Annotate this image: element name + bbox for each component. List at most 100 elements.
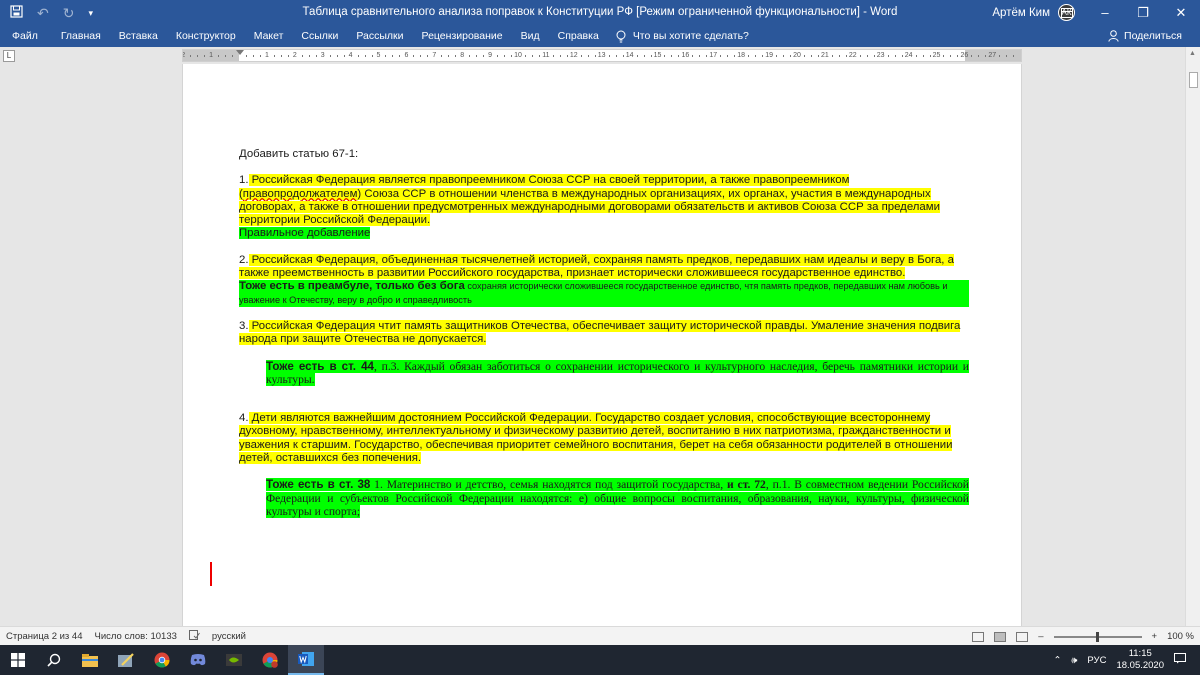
ruler-number: 11	[542, 52, 550, 59]
p1-number: 1.	[239, 174, 249, 187]
nvidia-icon[interactable]	[216, 645, 252, 675]
share-button[interactable]: Поделиться	[1108, 25, 1182, 47]
clock[interactable]: 11:15 18.05.2020	[1116, 648, 1164, 672]
ruler-tick	[817, 55, 819, 57]
word-app-icon[interactable]	[288, 645, 324, 675]
ruler-number: 1	[209, 52, 214, 59]
ruler-tick	[476, 55, 478, 57]
language-status[interactable]: русский	[206, 631, 252, 642]
tab-selector[interactable]: L	[3, 50, 15, 62]
ruler-tick	[315, 55, 317, 57]
undo-icon[interactable]: ↶	[37, 6, 49, 20]
notification-icon[interactable]	[1174, 653, 1186, 667]
ruler-number: 4	[348, 52, 353, 59]
ruler-number: 2	[183, 50, 185, 61]
restore-icon[interactable]: ❐	[1124, 0, 1162, 25]
web-layout-icon[interactable]	[1016, 631, 1029, 642]
p3-note-bold: Тоже есть в ст. 44	[266, 359, 374, 373]
document-area: Добавить статью 67-1: 1. Российская Феде…	[0, 64, 1185, 626]
ruler-tick	[559, 55, 561, 57]
document-page[interactable]: Добавить статью 67-1: 1. Российская Феде…	[182, 64, 1022, 626]
scroll-up-icon[interactable]: ▲	[1189, 50, 1196, 57]
zoom-out-button[interactable]: –	[1038, 631, 1043, 642]
ribbon-display-options-icon[interactable]	[1048, 0, 1086, 25]
ruler-tick	[636, 55, 638, 57]
document-content[interactable]: Добавить статью 67-1: 1. Российская Феде…	[239, 148, 970, 518]
tab-insert[interactable]: Вставка	[110, 25, 167, 47]
tell-me-search[interactable]: Что вы хотите сделать?	[616, 30, 749, 43]
minimize-icon[interactable]: –	[1086, 0, 1124, 25]
zoom-slider[interactable]	[1053, 631, 1142, 642]
redo-icon[interactable]: ↻	[63, 6, 75, 20]
ruler-tick	[615, 55, 617, 57]
vertical-scrollbar[interactable]: ▲	[1185, 47, 1200, 626]
ruler-tick	[957, 55, 959, 57]
windows-start-icon[interactable]	[0, 645, 36, 675]
tab-view[interactable]: Вид	[512, 25, 549, 47]
read-mode-icon[interactable]	[972, 631, 985, 642]
status-bar: Страница 2 из 44 Число слов: 10133 русск…	[0, 626, 1200, 645]
volume-icon[interactable]: 🕪	[1071, 655, 1077, 666]
search-icon[interactable]	[36, 645, 72, 675]
ruler-tick	[497, 55, 499, 57]
file-explorer-icon[interactable]	[72, 645, 108, 675]
ruler-tick	[803, 55, 805, 57]
paint-app-icon[interactable]	[108, 645, 144, 675]
ruler-tick	[1013, 55, 1015, 57]
ruler-tick	[978, 55, 980, 57]
ruler-tick	[887, 55, 889, 57]
p3-note: Тоже есть в ст. 44, п.3. Каждый обязан з…	[239, 359, 969, 387]
ruler-tick	[950, 55, 952, 57]
word-count[interactable]: Число слов: 10133	[89, 631, 183, 642]
ruler-tick	[831, 55, 833, 57]
ruler-tick	[524, 55, 526, 57]
ruler-tick	[943, 55, 945, 57]
discord-icon[interactable]	[180, 645, 216, 675]
tab-home[interactable]: Главная	[52, 25, 110, 47]
tab-design[interactable]: Конструктор	[167, 25, 245, 47]
ruler-tick	[336, 55, 338, 57]
person-icon	[1108, 30, 1119, 42]
ruler-number: 24	[904, 52, 913, 59]
ruler-tick	[420, 55, 422, 57]
zoom-in-button[interactable]: +	[1152, 631, 1158, 642]
ruler-tick	[720, 55, 722, 57]
ruler-tick	[204, 55, 206, 57]
p1-misspelled-word[interactable]: правопродолжателем	[242, 187, 358, 200]
chrome-icon[interactable]	[144, 645, 180, 675]
text-cursor	[210, 562, 212, 586]
horizontal-ruler[interactable]: 2112345678910111213141516171819202122232…	[182, 49, 1022, 62]
ruler-number: 20	[793, 52, 801, 59]
ruler-number: 21	[820, 52, 829, 59]
ruler-tick	[427, 55, 429, 57]
ruler-tick	[748, 55, 750, 57]
ruler-tick	[511, 55, 513, 57]
chevron-up-icon[interactable]: ⌃	[1053, 655, 1061, 666]
ruler-number: 22	[848, 52, 857, 59]
ruler-tick	[531, 55, 533, 57]
print-layout-icon[interactable]	[994, 631, 1007, 642]
ruler-tick	[762, 55, 764, 57]
tab-file[interactable]: Файл	[0, 25, 52, 47]
tab-review[interactable]: Рецензирование	[413, 25, 512, 47]
scrollbar-thumb[interactable]	[1189, 72, 1198, 88]
proofing-icon[interactable]	[183, 629, 206, 643]
chrome-profile-icon[interactable]	[252, 645, 288, 675]
input-language[interactable]: РУС	[1087, 655, 1106, 666]
page-count[interactable]: Страница 2 из 44	[0, 631, 89, 642]
save-icon[interactable]	[10, 5, 23, 20]
tab-references[interactable]: Ссылки	[292, 25, 347, 47]
paragraph-2: 2. Российская Федерация, объединенная ты…	[239, 253, 969, 281]
user-name: Артём Ким	[992, 6, 1050, 19]
clock-time: 11:15	[1128, 648, 1152, 659]
ruler-tick	[552, 55, 554, 57]
ruler-tick	[218, 55, 220, 57]
customize-toolbar-icon[interactable]: ▾	[88, 6, 93, 20]
zoom-level[interactable]: 100 %	[1167, 631, 1194, 642]
tab-mailings[interactable]: Рассылки	[347, 25, 412, 47]
tab-help[interactable]: Справка	[549, 25, 608, 47]
zoom-slider-knob[interactable]	[1095, 631, 1099, 642]
indent-marker[interactable]	[236, 50, 244, 55]
tab-layout[interactable]: Макет	[245, 25, 293, 47]
close-icon[interactable]: ✕	[1162, 0, 1200, 25]
